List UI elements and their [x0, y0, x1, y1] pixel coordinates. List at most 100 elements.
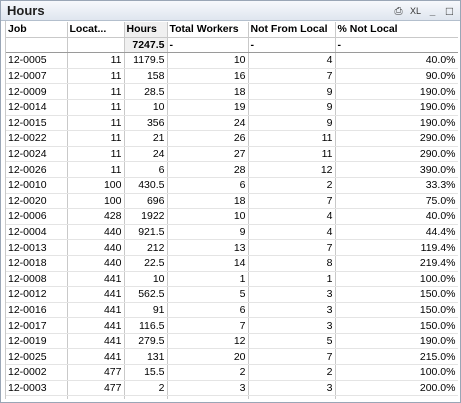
- cell-pct-not-local[interactable]: 150.0%: [335, 317, 458, 334]
- cell-not-from-local[interactable]: 2: [248, 177, 336, 194]
- cell-pct-not-local[interactable]: 150.0%: [335, 302, 458, 319]
- table-row[interactable]: 12-0009 11 28.5 18 9 190.0%: [6, 83, 458, 100]
- cell-pct-not-local[interactable]: 40.0%: [335, 208, 458, 225]
- cell-pct-not-local[interactable]: 290.0%: [335, 146, 458, 163]
- cell-total-workers[interactable]: 14: [167, 255, 249, 272]
- cell-total-workers[interactable]: 6: [167, 302, 249, 319]
- cell-not-from-local[interactable]: 8: [248, 255, 336, 272]
- cell-location[interactable]: 100: [67, 177, 125, 194]
- cell-pct-not-local[interactable]: 290.0%: [335, 130, 458, 147]
- cell-not-from-local[interactable]: 3: [248, 302, 336, 319]
- cell-hours[interactable]: 10: [124, 271, 168, 288]
- cell-not-from-local[interactable]: 3: [248, 380, 336, 397]
- cell-not-from-local[interactable]: 2: [248, 395, 336, 399]
- cell-location[interactable]: 477: [67, 380, 125, 397]
- cell-hours[interactable]: 212: [124, 239, 168, 256]
- table-row[interactable]: 12-0014 11 10 19 9 190.0%: [6, 99, 458, 116]
- cell-total-workers[interactable]: 18: [167, 83, 249, 100]
- table-row[interactable]: 12-0018 440 22.5 14 8 219.4%: [6, 255, 458, 272]
- cell-pct-not-local[interactable]: 200.0%: [335, 380, 458, 397]
- cell-not-from-local[interactable]: 2: [248, 364, 336, 381]
- cell-total-workers[interactable]: 10: [167, 208, 249, 225]
- cell-hours[interactable]: 15.5: [124, 364, 168, 381]
- cell-not-from-local[interactable]: 12: [248, 161, 336, 178]
- cell-job[interactable]: 12-0008: [6, 271, 68, 288]
- cell-pct-not-local[interactable]: 100.0%: [335, 271, 458, 288]
- cell-pct-not-local[interactable]: 150.0%: [335, 286, 458, 303]
- cell-hours[interactable]: 116.5: [124, 317, 168, 334]
- cell-job[interactable]: 12-0026: [6, 161, 68, 178]
- cell-not-from-local[interactable]: 3: [248, 286, 336, 303]
- cell-job[interactable]: 12-0024: [6, 146, 68, 163]
- cell-total-workers[interactable]: 27: [167, 146, 249, 163]
- cell-location[interactable]: 441: [67, 333, 125, 350]
- cell-pct-not-local[interactable]: 90.0%: [335, 68, 458, 85]
- cell-hours[interactable]: 2: [124, 380, 168, 397]
- cell-pct-not-local[interactable]: 190.0%: [335, 115, 458, 132]
- cell-not-from-local[interactable]: 9: [248, 99, 336, 116]
- cell-hours[interactable]: 131: [124, 348, 168, 366]
- cell-hours[interactable]: 28.5: [124, 83, 168, 100]
- cell-job[interactable]: 12-0017: [6, 317, 68, 334]
- cell-job[interactable]: 12-0009: [6, 83, 68, 100]
- cell-pct-not-local[interactable]: 44.4%: [335, 224, 458, 241]
- cell-total-workers[interactable]: 20: [167, 348, 249, 366]
- cell-location[interactable]: 100: [67, 193, 125, 210]
- cell-total-workers[interactable]: 26: [167, 130, 249, 147]
- cell-job[interactable]: 12-0015: [6, 115, 68, 132]
- cell-hours[interactable]: 696: [124, 193, 168, 210]
- title-bar[interactable]: Hours ⎙ XL _ □: [1, 1, 460, 21]
- column-header-not-from-local[interactable]: Not From Local: [248, 22, 336, 38]
- cell-pct-not-local[interactable]: 100.0%: [335, 364, 458, 381]
- cell-not-from-local[interactable]: 9: [248, 115, 336, 132]
- cell-job[interactable]: 12-0005: [6, 52, 68, 69]
- cell-pct-not-local[interactable]: 119.4%: [335, 239, 458, 256]
- cell-pct-not-local[interactable]: 100.0%: [335, 395, 458, 399]
- table-row[interactable]: 12-0010 100 430.5 6 2 33.3%: [6, 177, 458, 194]
- column-header-pct-not-local[interactable]: % Not Local: [335, 22, 458, 38]
- cell-not-from-local[interactable]: 1: [248, 271, 336, 288]
- table-row[interactable]: 12-0025 441 131 20 7 215.0%: [6, 348, 458, 366]
- cell-job[interactable]: 12-0018: [6, 255, 68, 272]
- cell-hours[interactable]: 921.5: [124, 224, 168, 241]
- cell-not-from-local[interactable]: 7: [248, 68, 336, 85]
- cell-location[interactable]: 11: [67, 83, 125, 100]
- cell-hours[interactable]: 279.5: [124, 333, 168, 350]
- table-row[interactable]: 12-0020 100 696 18 7 75.0%: [6, 193, 458, 210]
- table-row[interactable]: 12-00235695222100.0%: [6, 395, 458, 399]
- table-row[interactable]: 12-0004 440 921.5 9 4 44.4%: [6, 224, 458, 241]
- table-row[interactable]: 12-0008 441 10 1 1 100.0%: [6, 271, 458, 288]
- cell-location[interactable]: 11: [67, 146, 125, 163]
- cell-job[interactable]: 12-0012: [6, 286, 68, 303]
- cell-location[interactable]: 441: [67, 271, 125, 288]
- cell-hours[interactable]: 158: [124, 68, 168, 85]
- table-row[interactable]: 12-0003 477 2 3 3 200.0%: [6, 380, 458, 397]
- cell-pct-not-local[interactable]: 40.0%: [335, 52, 458, 69]
- cell-not-from-local[interactable]: 7: [248, 193, 336, 210]
- cell-location[interactable]: 441: [67, 317, 125, 334]
- cell-total-workers[interactable]: 13: [167, 239, 249, 256]
- cell-not-from-local[interactable]: 3: [248, 317, 336, 334]
- cell-hours[interactable]: 91: [124, 302, 168, 319]
- cell-not-from-local[interactable]: 4: [248, 208, 336, 225]
- table-row[interactable]: 12-0026 11 6 28 12 390.0%: [6, 161, 458, 178]
- cell-location[interactable]: 440: [67, 224, 125, 241]
- cell-hours[interactable]: 562.5: [124, 286, 168, 303]
- cell-job[interactable]: 12-0016: [6, 302, 68, 319]
- cell-hours[interactable]: 22.5: [124, 255, 168, 272]
- cell-pct-not-local[interactable]: 190.0%: [335, 83, 458, 100]
- cell-location[interactable]: 477: [67, 364, 125, 381]
- cell-total-workers[interactable]: 2: [167, 395, 249, 399]
- cell-not-from-local[interactable]: 7: [248, 239, 336, 256]
- cell-total-workers[interactable]: 16: [167, 68, 249, 85]
- table-row[interactable]: 12-0017 441 116.5 7 3 150.0%: [6, 317, 458, 334]
- cell-pct-not-local[interactable]: 33.3%: [335, 177, 458, 194]
- table-row[interactable]: 12-0007 11 158 16 7 90.0%: [6, 68, 458, 85]
- cell-pct-not-local[interactable]: 219.4%: [335, 255, 458, 272]
- table-row[interactable]: 12-0006 428 1922 10 4 40.0%: [6, 208, 458, 225]
- cell-total-workers[interactable]: 10: [167, 52, 249, 69]
- cell-total-workers[interactable]: 6: [167, 177, 249, 194]
- table-row[interactable]: 12-0002 477 15.5 2 2 100.0%: [6, 364, 458, 381]
- cell-job[interactable]: 12-0023: [6, 395, 68, 399]
- cell-not-from-local[interactable]: 4: [248, 224, 336, 241]
